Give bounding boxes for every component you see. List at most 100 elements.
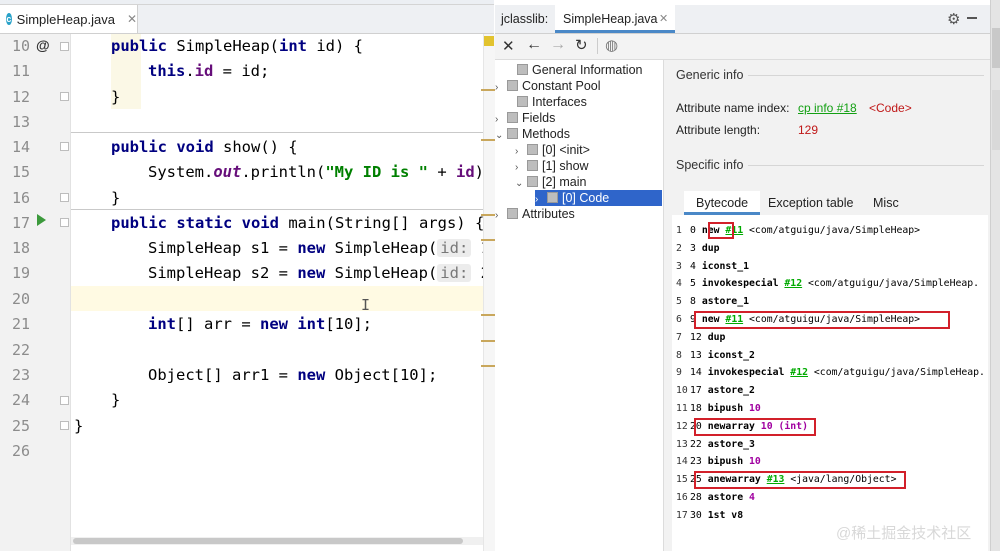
tree-item-method-show[interactable]: › [1] show bbox=[515, 158, 589, 174]
warning-marker[interactable] bbox=[481, 239, 495, 241]
bytecode-row[interactable]: 16 28 astore 4 bbox=[676, 489, 755, 506]
tab-misc[interactable]: Misc bbox=[873, 196, 899, 210]
fold-marker-icon[interactable] bbox=[60, 421, 69, 430]
attr-length-label: Attribute length: bbox=[676, 123, 761, 137]
forward-arrow-icon[interactable]: → bbox=[550, 36, 566, 54]
operand-value: 4 bbox=[749, 492, 755, 503]
warning-marker[interactable] bbox=[481, 139, 495, 141]
scrollbar-thumb[interactable] bbox=[73, 538, 463, 544]
close-icon[interactable]: ✕ bbox=[127, 12, 137, 26]
bytecode-offset: 8 bbox=[690, 296, 696, 308]
fold-marker-icon[interactable] bbox=[60, 142, 69, 151]
bytecode-row[interactable]: 17 30 1st v8 bbox=[676, 507, 743, 524]
bytecode-row[interactable]: 7 12 dup bbox=[676, 329, 725, 346]
tree-item-interfaces[interactable]: Interfaces bbox=[505, 94, 587, 110]
bytecode-row[interactable]: 9 14 invokespecial #12 <com/atguigu/java/… bbox=[676, 364, 985, 381]
fold-marker-icon[interactable] bbox=[60, 193, 69, 202]
bytecode-row[interactable]: 10 17 astore_2 bbox=[676, 382, 755, 399]
section-divider bbox=[748, 75, 984, 76]
constant-ref-link[interactable]: #12 bbox=[784, 278, 802, 289]
tab-bytecode[interactable]: Bytecode bbox=[684, 191, 760, 215]
bytecode-offset: 5 bbox=[690, 278, 696, 290]
row-index: 15 bbox=[676, 474, 688, 486]
attr-length-value: 129 bbox=[798, 123, 819, 137]
code-line-12: } bbox=[111, 88, 121, 106]
structure-tree: General Information › Constant Pool Inter… bbox=[495, 60, 664, 551]
code-editor[interactable]: public SimpleHeap(int id) { this.id = id… bbox=[71, 34, 509, 551]
sidebar-tab-jclasslib[interactable] bbox=[992, 28, 1000, 68]
right-tool-strip bbox=[990, 0, 1000, 551]
line-number: 14 bbox=[11, 138, 30, 156]
code-line-11: this.id = id; bbox=[148, 62, 270, 80]
line-number-gutter: 10 11 12 13 14 15 16 17 18 19 20 21 22 23 24 25 26 @ bbox=[0, 34, 71, 551]
bytecode-row[interactable]: 14 23 bipush 10 bbox=[676, 453, 761, 470]
highlight-box bbox=[694, 311, 950, 329]
warning-marker[interactable] bbox=[481, 214, 495, 216]
java-class-icon: c bbox=[6, 13, 12, 25]
bytecode-row[interactable]: 23 dup bbox=[676, 240, 720, 257]
close-icon[interactable]: ✕ bbox=[502, 37, 515, 55]
minimize-icon[interactable] bbox=[967, 17, 977, 19]
back-arrow-icon[interactable]: ← bbox=[526, 36, 542, 54]
bytecode-row[interactable]: 8 13 iconst_2 bbox=[676, 347, 755, 364]
sidebar-tab-database[interactable] bbox=[992, 90, 1000, 150]
method-separator bbox=[71, 209, 483, 210]
bytecode-row[interactable]: 45 invokespecial #12 <com/atguigu/java/S… bbox=[676, 275, 979, 292]
warning-marker[interactable] bbox=[481, 340, 495, 342]
tab-simpleheap-java[interactable]: c SimpleHeap.java ✕ bbox=[0, 5, 138, 33]
line-number: 15 bbox=[11, 163, 30, 181]
warning-marker[interactable] bbox=[481, 89, 495, 91]
warning-icon[interactable] bbox=[484, 36, 494, 46]
code-line-15: System.out.println("My ID is " + id); bbox=[148, 163, 493, 181]
row-index: 3 bbox=[676, 260, 682, 272]
line-number: 18 bbox=[11, 239, 30, 257]
error-stripe[interactable] bbox=[483, 34, 495, 551]
fold-marker-icon[interactable] bbox=[60, 42, 69, 51]
bytecode-row[interactable]: 11 18 bipush 10 bbox=[676, 400, 761, 417]
bytecode-offset: 13 bbox=[690, 349, 702, 361]
method-separator bbox=[71, 132, 483, 133]
bytecode-row[interactable]: 58 astore_1 bbox=[676, 293, 749, 310]
code-line-10: public SimpleHeap(int id) { bbox=[111, 37, 363, 55]
row-index: 2 bbox=[676, 242, 682, 254]
tab-jclasslib-simpleheap[interactable]: SimpleHeap.java ✕ bbox=[555, 5, 675, 33]
bytecode-offset: 4 bbox=[690, 260, 696, 272]
folder-icon bbox=[507, 128, 518, 139]
bytecode-row[interactable]: 13 22 astore_3 bbox=[676, 436, 755, 453]
cp-info-link[interactable]: cp info #18 bbox=[798, 101, 857, 115]
tree-item-attributes[interactable]: › Attributes bbox=[495, 206, 575, 222]
file-icon bbox=[517, 64, 528, 75]
row-index: 7 bbox=[676, 331, 682, 343]
gear-icon[interactable]: ⚙ bbox=[947, 10, 960, 28]
opcode: bipush bbox=[707, 403, 744, 414]
parameter-hint: id: bbox=[437, 239, 472, 257]
line-number: 23 bbox=[11, 366, 30, 384]
warning-marker[interactable] bbox=[481, 314, 495, 316]
fold-marker-icon[interactable] bbox=[60, 92, 69, 101]
tree-item-constant-pool[interactable]: › Constant Pool bbox=[495, 78, 601, 94]
run-icon[interactable] bbox=[37, 214, 46, 226]
tree-item-general-information[interactable]: General Information bbox=[505, 62, 642, 78]
warning-marker[interactable] bbox=[481, 365, 495, 367]
refresh-icon[interactable]: ↻ bbox=[575, 36, 588, 54]
tab-exception-table[interactable]: Exception table bbox=[768, 196, 853, 210]
row-index: 11 bbox=[676, 403, 688, 414]
fold-marker-icon[interactable] bbox=[60, 218, 69, 227]
tree-item-method-main[interactable]: ⌄ [2] main bbox=[515, 174, 586, 190]
horizontal-scrollbar[interactable] bbox=[71, 537, 483, 545]
folder-icon bbox=[517, 96, 528, 107]
tree-item-methods[interactable]: ⌄ Methods bbox=[495, 126, 570, 142]
tree-item-code[interactable]: › [0] Code bbox=[535, 190, 662, 206]
override-annotation-icon[interactable]: @ bbox=[36, 37, 50, 53]
bytecode-offset: 3 bbox=[690, 242, 696, 254]
bytecode-row[interactable]: 34 iconst_1 bbox=[676, 258, 749, 275]
tree-item-fields[interactable]: › Fields bbox=[495, 110, 555, 126]
code-line-14: public void show() { bbox=[111, 138, 298, 156]
globe-icon[interactable]: ◍ bbox=[605, 36, 618, 54]
row-index: 4 bbox=[676, 278, 682, 290]
tree-item-method-init[interactable]: › [0] <init> bbox=[515, 142, 590, 158]
close-icon[interactable]: ✕ bbox=[659, 12, 668, 25]
panel-title: jclasslib: bbox=[501, 12, 549, 26]
constant-ref-link[interactable]: #12 bbox=[790, 367, 808, 378]
fold-marker-icon[interactable] bbox=[60, 396, 69, 405]
